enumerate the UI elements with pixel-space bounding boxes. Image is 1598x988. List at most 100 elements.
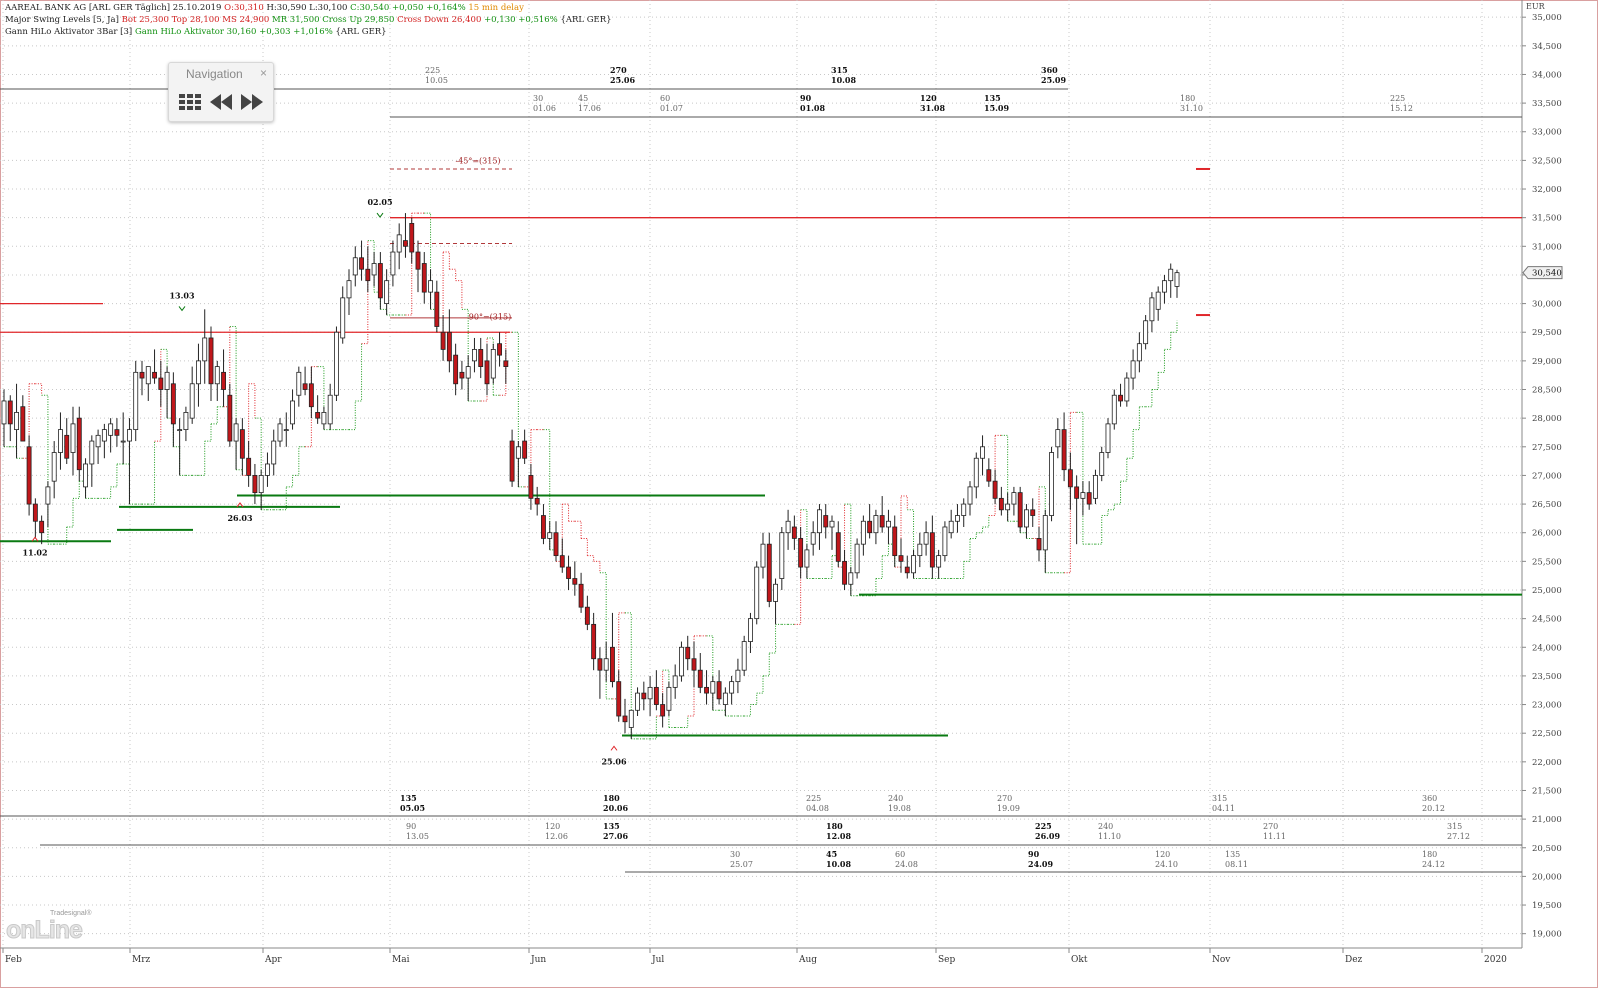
legend-swing-bot: Bot 25,300 [121,15,169,25]
gann-date-label: 27.06 [603,831,628,841]
gann-hilo-activator [970,532,977,539]
gann-angle-label: 90 [1028,849,1040,859]
gann-date-label: 12.08 [826,831,851,841]
gann-date-label: 15.12 [1390,104,1413,113]
gann-angle-label: 225 [806,794,821,803]
gann-angle-label: 120 [1155,850,1170,859]
candle [145,366,151,385]
y-tick-label: 28,000 [1532,414,1562,424]
candle [961,503,967,516]
legend-delay: 15 min delay [468,3,524,13]
candle [258,475,264,494]
candle [666,686,672,711]
fast-forward-icon[interactable] [240,91,264,111]
candle [748,618,753,642]
candle [1174,272,1180,287]
gann-angle-label: 45 [578,94,588,103]
gann-angle-label: 90 [800,93,812,103]
candle [860,520,866,545]
candle [566,566,571,579]
candle [955,515,960,522]
gann-hilo-activator [424,212,432,310]
gann-hilo-activator [750,693,758,706]
gann-hilo-activator [825,555,833,580]
gann-hilo-activator [1126,429,1134,459]
candle [459,371,465,379]
candle [377,263,383,299]
candle [89,440,95,465]
candle [246,457,252,476]
legend-high-low: H:30,590 L:30,100 [266,3,348,13]
x-tick-label: Sep [938,955,955,965]
gann-angle-label: 120 [920,93,937,103]
candle [170,383,176,425]
gann-angle-label: 60 [660,94,670,103]
swing-date-label: 26.03 [227,513,252,523]
gann-hilo-activator [110,463,118,488]
y-tick-label: 23,000 [1532,701,1562,711]
candle [51,452,57,482]
y-tick-label: 24,000 [1532,643,1562,653]
candle [773,583,778,602]
candle [265,463,270,476]
x-tick-label: Jun [530,955,546,965]
gann-hilo-activator [248,383,256,419]
y-tick-label: 26,500 [1532,500,1562,510]
gann-hilo-activator [1020,532,1027,539]
gann-angle-label: 315 [1447,822,1462,831]
candle [101,429,107,442]
gann-date-label: 15.09 [984,103,1009,113]
legend-swing-change: +0,130 +0,516% [484,15,558,25]
candle [164,371,170,390]
gann-angle-label: 30 [533,94,543,103]
gann-angle-label: 225 [425,66,440,75]
gann-hilo-activator [349,400,356,431]
grid-icon[interactable] [178,91,202,111]
price-chart[interactable]: 35,000 34,500 34,000 33,500 33,000 32,500 32,0… [0,0,1598,988]
candle [1,400,7,425]
candle [202,337,208,362]
x-tick-label: Apr [264,955,282,965]
swing-date-label: 13.03 [169,290,194,300]
candle [308,383,314,408]
gann-hilo-activator [198,441,206,476]
candle [992,480,998,499]
candle [967,486,973,505]
navigation-panel: Navigation × [168,62,274,122]
candle [208,337,214,385]
candle [1118,394,1123,402]
candle [829,520,835,528]
gann-angle-label: 135 [1225,850,1240,859]
candle [371,263,377,276]
candle [1074,486,1080,499]
candle [290,400,295,425]
y-tick-label: 21,500 [1532,786,1562,796]
close-icon[interactable]: × [260,66,267,80]
y-tick-label: 19,500 [1532,901,1562,911]
gann-date-label: 04.11 [1212,804,1235,813]
swing-date-label: 11.02 [22,547,47,557]
candle [936,555,942,568]
gann-date-label: 31.10 [1180,104,1203,113]
legend-open: O:30,310 [224,3,264,13]
candle [766,543,772,602]
candle [14,412,19,431]
rewind-icon[interactable] [209,91,233,111]
gann-hilo-activator [461,308,469,401]
gann-hilo-activator [148,441,156,505]
candle [421,263,427,293]
candle [1024,509,1029,528]
gann-hilo-activator [1164,332,1172,350]
gann-hilo-activator [380,308,388,316]
candle [252,475,258,494]
candle [534,497,540,505]
candle [70,423,76,453]
gann-hilo-activator [1095,515,1103,545]
candle [716,681,722,700]
y-tick-label: 19,000 [1532,930,1562,940]
candle [515,446,521,459]
candle [603,658,609,671]
candle [221,371,226,390]
candle [233,423,239,442]
candle [710,681,716,694]
